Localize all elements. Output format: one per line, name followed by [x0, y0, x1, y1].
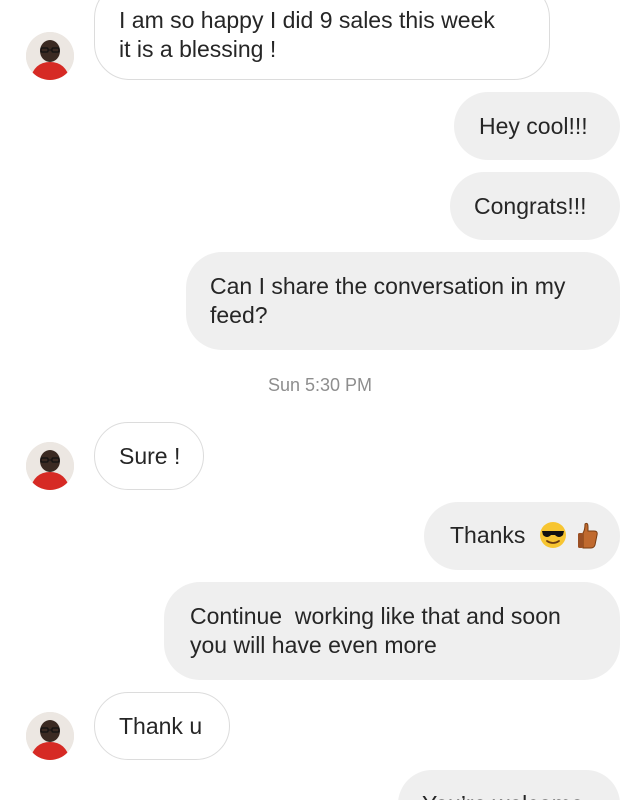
message-text-line: you will have even more [190, 632, 437, 658]
sunglasses-face-emoji [539, 521, 566, 548]
chat-screen: I am so happy I did 9 sales this week it… [0, 0, 640, 800]
profile-avatar-icon [26, 712, 74, 760]
outgoing-message-bubble[interactable]: You’re welcome [398, 770, 620, 800]
outgoing-message-bubble[interactable]: Continue working like that and soon you … [164, 582, 620, 680]
message-timestamp: Sun 5:30 PM [267, 375, 373, 395]
profile-avatar-icon [26, 442, 74, 490]
avatar[interactable] [26, 32, 74, 80]
message-text: Thank u [119, 713, 203, 739]
outgoing-message-bubble[interactable]: Can I share the conversation in my feed? [186, 252, 620, 350]
message-text: Congrats!!! [474, 193, 587, 219]
outgoing-message-bubble[interactable]: Hey cool!!! [454, 92, 620, 160]
message-text-line: Continue working like that and soon [190, 603, 561, 629]
avatar[interactable] [26, 442, 74, 490]
outgoing-message-bubble[interactable]: Thanks [424, 502, 620, 570]
message-text-line: it is a blessing ! [119, 36, 277, 62]
avatar[interactable] [26, 712, 74, 760]
incoming-message-bubble[interactable]: Thank u [94, 692, 230, 760]
message-text: Hey cool!!! [479, 113, 588, 139]
thumbs-up-emoji [578, 522, 598, 549]
message-text-line: I am so happy I did 9 sales this week [119, 7, 495, 33]
message-text: Sure ! [119, 443, 181, 469]
message-text: Thanks [450, 522, 526, 548]
outgoing-message-bubble[interactable]: Congrats!!! [450, 172, 620, 240]
profile-avatar-icon [26, 32, 74, 80]
incoming-message-bubble[interactable]: Sure ! [94, 422, 204, 490]
message-text-line: Can I share the conversation in my [210, 273, 566, 299]
message-text: You’re welcome [422, 790, 620, 800]
incoming-message-bubble[interactable]: I am so happy I did 9 sales this week it… [94, 0, 550, 80]
message-text-line: feed? [210, 302, 268, 328]
